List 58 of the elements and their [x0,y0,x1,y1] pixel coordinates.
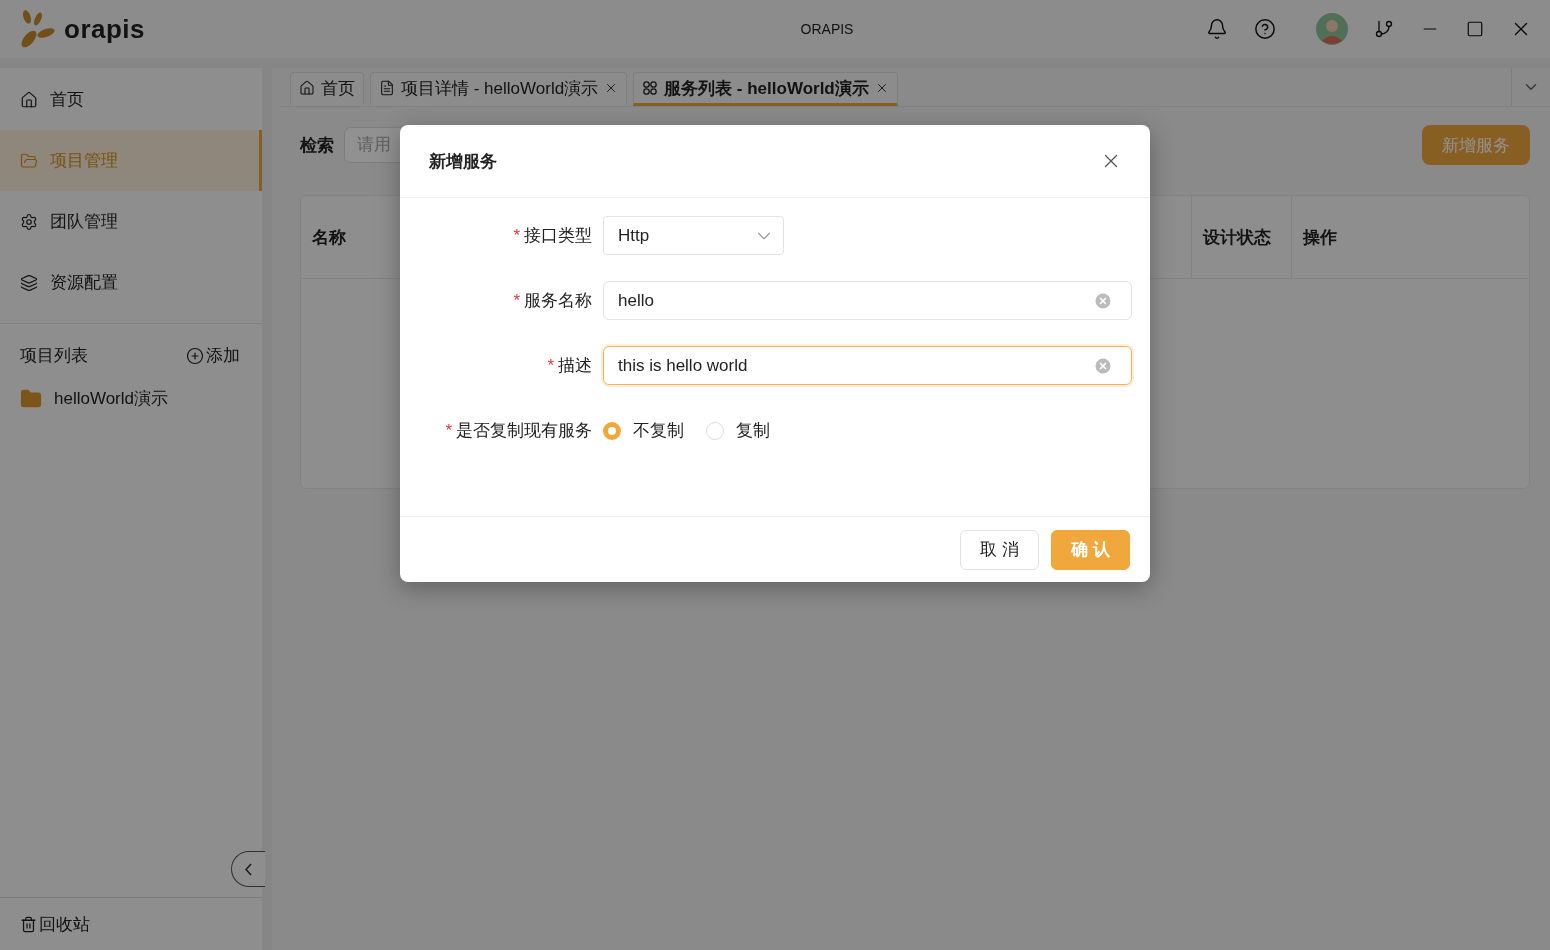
sidebar-item-label: 项目管理 [50,150,118,172]
sidebar-item[interactable]: 首页 [0,69,262,130]
help-icon[interactable] [1254,18,1276,40]
tab-label: 项目详情 - helloWorld演示 [401,77,599,100]
tab[interactable]: 服务列表 - helloWorld演示 [633,72,898,106]
type-select[interactable]: Http [603,216,784,255]
column-header: 设计状态 [1203,226,1271,249]
sidebar-item-label: 资源配置 [50,272,118,294]
bell-icon[interactable] [1206,18,1228,40]
text-field[interactable]: this is hello world [603,346,1132,385]
plus-circle-icon [186,346,204,365]
gear-icon [20,212,38,231]
collapse-button[interactable] [231,851,265,887]
folder-icon [20,387,42,410]
search-label: 检索 [300,134,334,157]
sidebar-item-label: 团队管理 [50,211,118,233]
column-header: 操作 [1303,226,1337,249]
radio-option[interactable]: 不复制 [603,419,684,442]
text-field[interactable]: hello [603,281,1132,320]
field-label: 服务名称 [524,290,592,312]
field-label: 描述 [558,355,592,377]
sidebar-item[interactable]: 团队管理 [0,191,262,252]
radio-label: 不复制 [633,420,684,442]
project-item[interactable]: helloWorld演示 [54,387,168,410]
radio-label: 复制 [736,420,770,442]
radio-button[interactable] [706,421,724,440]
field-label: 是否复制现有服务 [456,420,592,442]
field-label: 接口类型 [524,225,592,247]
folder-icon [20,151,38,170]
tab[interactable]: 首页 [290,72,364,106]
trash-icon [20,915,37,933]
maximize-icon[interactable] [1466,20,1484,38]
logo-text: orapis [64,13,146,45]
sidebar-item[interactable]: 资源配置 [0,252,262,313]
grid-icon [642,80,659,96]
recycle-bin-link[interactable]: 回收站 [0,897,262,950]
chevron-left-icon [245,862,252,876]
add-link[interactable]: 添加 [186,344,240,367]
required-mark: * [513,225,520,246]
layers-icon [20,273,38,292]
window-title: ORAPIS [799,21,855,37]
tab-label: 首页 [321,77,355,100]
column-header: 名称 [312,226,346,249]
radio-button[interactable] [603,421,621,440]
required-mark: * [445,420,452,441]
home-icon [299,80,315,96]
branch-icon[interactable] [1374,19,1394,39]
home-icon [20,90,38,109]
radio-option[interactable]: 复制 [706,419,770,442]
sidebar-item-label: 首页 [50,89,84,111]
required-mark: * [513,290,520,311]
document-icon [379,80,395,96]
dialog-title: 新增服务 [429,150,497,173]
tab[interactable]: 项目详情 - helloWorld演示 [370,72,628,106]
tab-label: 服务列表 - helloWorld演示 [664,77,869,100]
cancel-button[interactable]: 取 消 [960,529,1039,570]
required-mark: * [547,355,554,376]
section-title: 项目列表 [20,345,88,367]
